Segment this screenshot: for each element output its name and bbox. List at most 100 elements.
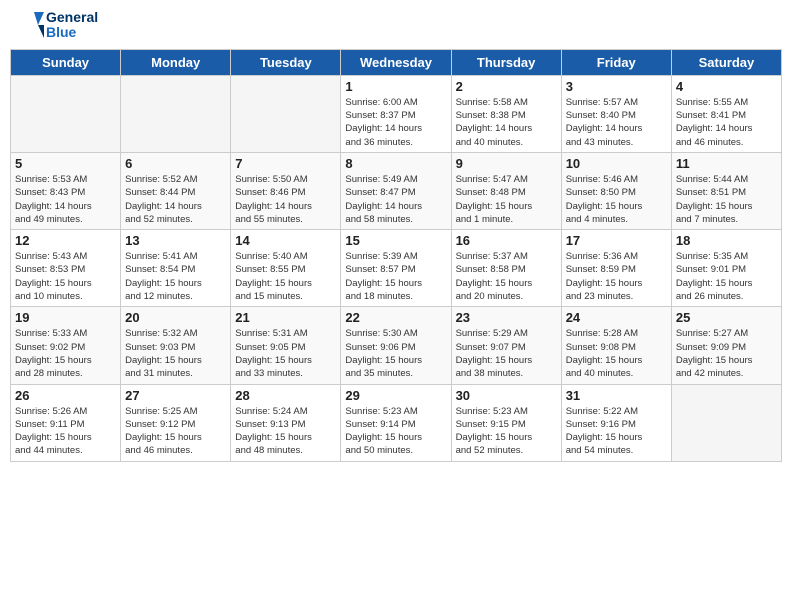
day-info: Sunrise: 5:53 AM Sunset: 8:43 PM Dayligh… <box>15 173 116 226</box>
calendar-cell: 4Sunrise: 5:55 AM Sunset: 8:41 PM Daylig… <box>671 75 781 152</box>
calendar-cell: 2Sunrise: 5:58 AM Sunset: 8:38 PM Daylig… <box>451 75 561 152</box>
day-info: Sunrise: 5:32 AM Sunset: 9:03 PM Dayligh… <box>125 327 226 380</box>
day-number: 19 <box>15 310 116 325</box>
day-number: 14 <box>235 233 336 248</box>
day-number: 12 <box>15 233 116 248</box>
day-number: 29 <box>345 388 446 403</box>
calendar-cell: 16Sunrise: 5:37 AM Sunset: 8:58 PM Dayli… <box>451 230 561 307</box>
day-number: 15 <box>345 233 446 248</box>
day-number: 30 <box>456 388 557 403</box>
day-of-week-header: Saturday <box>671 49 781 75</box>
day-of-week-header: Wednesday <box>341 49 451 75</box>
day-info: Sunrise: 5:35 AM Sunset: 9:01 PM Dayligh… <box>676 250 777 303</box>
calendar-cell: 31 Sunrise: 5:22 AM Sunset: 9:16 PM Dayli… <box>561 384 671 461</box>
calendar-cell: 17Sunrise: 5:36 AM Sunset: 8:59 PM Dayli… <box>561 230 671 307</box>
day-info: Sunrise: 5:46 AM Sunset: 8:50 PM Dayligh… <box>566 173 667 226</box>
day-number: 27 <box>125 388 226 403</box>
calendar-cell: 19 Sunrise: 5:33 AM Sunset: 9:02 PM Dayli… <box>11 307 121 384</box>
day-info: Sunrise: 5:23 AM Sunset: 9:15 PM Dayligh… <box>456 405 557 458</box>
day-number: 9 <box>456 156 557 171</box>
calendar-cell: 14 Sunrise: 5:40 AM Sunset: 8:55 PM Dayli… <box>231 230 341 307</box>
calendar-cell <box>11 75 121 152</box>
day-number: 23 <box>456 310 557 325</box>
day-number: 5 <box>15 156 116 171</box>
day-info: Sunrise: 5:28 AM Sunset: 9:08 PM Dayligh… <box>566 327 667 380</box>
day-number: 18 <box>676 233 777 248</box>
calendar-week-row: 26 Sunrise: 5:26 AM Sunset: 9:11 PM Dayli… <box>11 384 782 461</box>
logo-text: General Blue <box>46 10 98 41</box>
day-info: Sunrise: 5:27 AM Sunset: 9:09 PM Dayligh… <box>676 327 777 380</box>
page-header: General Blue <box>10 10 782 41</box>
logo-graphic <box>14 10 44 40</box>
calendar-cell: 8 Sunrise: 5:49 AM Sunset: 8:47 PM Daylig… <box>341 152 451 229</box>
calendar-cell: 11 Sunrise: 5:44 AM Sunset: 8:51 PM Dayli… <box>671 152 781 229</box>
calendar-cell: 26 Sunrise: 5:26 AM Sunset: 9:11 PM Dayli… <box>11 384 121 461</box>
calendar-cell: 5 Sunrise: 5:53 AM Sunset: 8:43 PM Daylig… <box>11 152 121 229</box>
day-info: Sunrise: 5:36 AM Sunset: 8:59 PM Dayligh… <box>566 250 667 303</box>
calendar-cell: 24 Sunrise: 5:28 AM Sunset: 9:08 PM Dayli… <box>561 307 671 384</box>
day-info: Sunrise: 5:37 AM Sunset: 8:58 PM Dayligh… <box>456 250 557 303</box>
day-number: 26 <box>15 388 116 403</box>
day-of-week-header: Tuesday <box>231 49 341 75</box>
day-info: Sunrise: 5:33 AM Sunset: 9:02 PM Dayligh… <box>15 327 116 380</box>
day-number: 8 <box>345 156 446 171</box>
day-of-week-header: Monday <box>121 49 231 75</box>
calendar-cell: 27 Sunrise: 5:25 AM Sunset: 9:12 PM Dayli… <box>121 384 231 461</box>
day-number: 6 <box>125 156 226 171</box>
day-number: 21 <box>235 310 336 325</box>
calendar-cell <box>231 75 341 152</box>
day-number: 24 <box>566 310 667 325</box>
day-of-week-header: Thursday <box>451 49 561 75</box>
calendar-table: SundayMondayTuesdayWednesdayThursdayFrid… <box>10 49 782 462</box>
logo-container: General Blue <box>14 10 98 41</box>
day-number: 2 <box>456 79 557 94</box>
calendar-cell: 23 Sunrise: 5:29 AM Sunset: 9:07 PM Dayli… <box>451 307 561 384</box>
calendar-cell: 13 Sunrise: 5:41 AM Sunset: 8:54 PM Dayli… <box>121 230 231 307</box>
calendar-cell: 15Sunrise: 5:39 AM Sunset: 8:57 PM Dayli… <box>341 230 451 307</box>
calendar-header-row: SundayMondayTuesdayWednesdayThursdayFrid… <box>11 49 782 75</box>
day-of-week-header: Sunday <box>11 49 121 75</box>
calendar-week-row: 12 Sunrise: 5:43 AM Sunset: 8:53 PM Dayli… <box>11 230 782 307</box>
day-number: 10 <box>566 156 667 171</box>
day-info: Sunrise: 5:25 AM Sunset: 9:12 PM Dayligh… <box>125 405 226 458</box>
calendar-cell: 28Sunrise: 5:24 AM Sunset: 9:13 PM Dayli… <box>231 384 341 461</box>
day-info: Sunrise: 5:26 AM Sunset: 9:11 PM Dayligh… <box>15 405 116 458</box>
calendar-cell: 7Sunrise: 5:50 AM Sunset: 8:46 PM Daylig… <box>231 152 341 229</box>
day-info: Sunrise: 5:24 AM Sunset: 9:13 PM Dayligh… <box>235 405 336 458</box>
calendar-cell: 29Sunrise: 5:23 AM Sunset: 9:14 PM Dayli… <box>341 384 451 461</box>
day-number: 31 <box>566 388 667 403</box>
day-number: 20 <box>125 310 226 325</box>
day-info: Sunrise: 5:31 AM Sunset: 9:05 PM Dayligh… <box>235 327 336 380</box>
day-info: Sunrise: 6:00 AM Sunset: 8:37 PM Dayligh… <box>345 96 446 149</box>
day-number: 13 <box>125 233 226 248</box>
calendar-cell: 20 Sunrise: 5:32 AM Sunset: 9:03 PM Dayli… <box>121 307 231 384</box>
day-info: Sunrise: 5:43 AM Sunset: 8:53 PM Dayligh… <box>15 250 116 303</box>
calendar-cell: 25 Sunrise: 5:27 AM Sunset: 9:09 PM Dayli… <box>671 307 781 384</box>
day-info: Sunrise: 5:49 AM Sunset: 8:47 PM Dayligh… <box>345 173 446 226</box>
day-number: 1 <box>345 79 446 94</box>
day-number: 3 <box>566 79 667 94</box>
calendar-cell: 18 Sunrise: 5:35 AM Sunset: 9:01 PM Dayli… <box>671 230 781 307</box>
day-info: Sunrise: 5:47 AM Sunset: 8:48 PM Dayligh… <box>456 173 557 226</box>
calendar-cell: 22Sunrise: 5:30 AM Sunset: 9:06 PM Dayli… <box>341 307 451 384</box>
calendar-week-row: 5 Sunrise: 5:53 AM Sunset: 8:43 PM Daylig… <box>11 152 782 229</box>
calendar-cell: 21 Sunrise: 5:31 AM Sunset: 9:05 PM Dayli… <box>231 307 341 384</box>
calendar-cell <box>121 75 231 152</box>
day-info: Sunrise: 5:52 AM Sunset: 8:44 PM Dayligh… <box>125 173 226 226</box>
day-info: Sunrise: 5:29 AM Sunset: 9:07 PM Dayligh… <box>456 327 557 380</box>
calendar-week-row: 19 Sunrise: 5:33 AM Sunset: 9:02 PM Dayli… <box>11 307 782 384</box>
day-info: Sunrise: 5:44 AM Sunset: 8:51 PM Dayligh… <box>676 173 777 226</box>
calendar-cell: 3Sunrise: 5:57 AM Sunset: 8:40 PM Daylig… <box>561 75 671 152</box>
day-number: 11 <box>676 156 777 171</box>
calendar-cell: 12 Sunrise: 5:43 AM Sunset: 8:53 PM Dayli… <box>11 230 121 307</box>
day-number: 25 <box>676 310 777 325</box>
logo: General Blue <box>14 10 98 41</box>
day-info: Sunrise: 5:40 AM Sunset: 8:55 PM Dayligh… <box>235 250 336 303</box>
day-info: Sunrise: 5:22 AM Sunset: 9:16 PM Dayligh… <box>566 405 667 458</box>
day-info: Sunrise: 5:41 AM Sunset: 8:54 PM Dayligh… <box>125 250 226 303</box>
day-of-week-header: Friday <box>561 49 671 75</box>
day-number: 4 <box>676 79 777 94</box>
day-info: Sunrise: 5:50 AM Sunset: 8:46 PM Dayligh… <box>235 173 336 226</box>
calendar-week-row: 1 Sunrise: 6:00 AM Sunset: 8:37 PM Daylig… <box>11 75 782 152</box>
day-info: Sunrise: 5:30 AM Sunset: 9:06 PM Dayligh… <box>345 327 446 380</box>
